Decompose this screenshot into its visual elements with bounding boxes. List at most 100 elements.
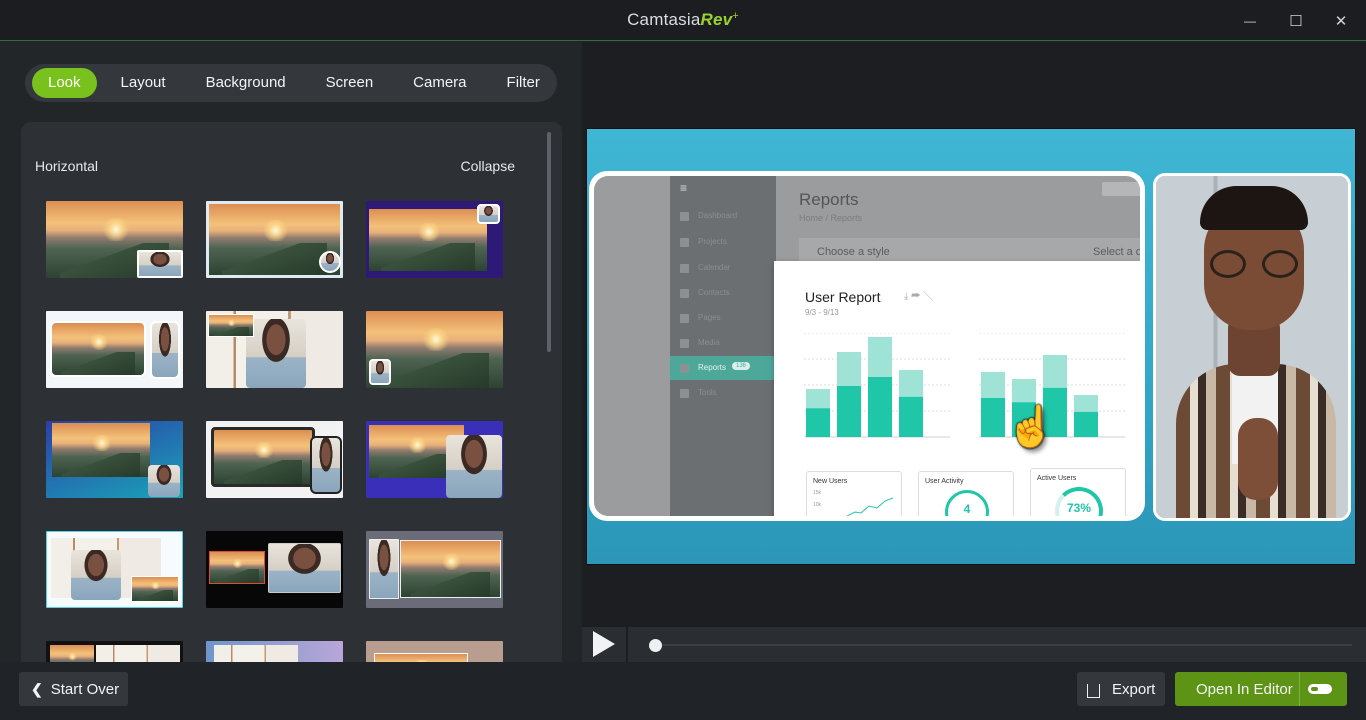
chart-bar [981, 398, 1005, 437]
toggle-icon[interactable] [1308, 684, 1332, 694]
tab-bar: Look Layout Background Screen Camera Fil… [25, 64, 557, 102]
maximize-button[interactable]: ☐ [1284, 9, 1308, 33]
mini-axis-label: 10k [813, 502, 822, 508]
look-gallery: Horizontal Collapse [21, 122, 562, 662]
chart-bar [837, 386, 861, 437]
app-sidebar-icon [680, 212, 689, 221]
divider [626, 627, 628, 662]
camera-overlay [477, 204, 500, 224]
play-icon[interactable] [593, 631, 615, 657]
look-thumbnail-5[interactable] [206, 311, 343, 388]
chart-bar-top [899, 370, 923, 397]
app-sidebar-label: Contacts [698, 288, 730, 297]
mini-card-title: User Activity [925, 478, 964, 485]
hair [1200, 186, 1308, 230]
hands [1238, 418, 1278, 500]
chart-bar-top [1043, 355, 1067, 388]
close-button[interactable]: ✕ [1329, 9, 1353, 33]
camera-overlay [446, 435, 502, 498]
look-thumbnail-10[interactable] [46, 531, 183, 608]
mini-card-active-users: Active Users 73% [1030, 468, 1126, 516]
tab-layout[interactable]: Layout [105, 68, 182, 98]
playback-bar [582, 627, 1366, 662]
landscape-image [211, 427, 315, 487]
minimize-icon: — [1244, 14, 1256, 28]
preview-canvas: ≡ Dashboard Projects Calendar Contacts Pages… [586, 128, 1356, 565]
toggle-knob [1311, 687, 1318, 691]
chevron-left-icon: ❮ [31, 680, 43, 697]
report-dates: 9/3 - 9/13 [805, 308, 839, 317]
app-title: CamtasiaRev+ [0, 10, 1366, 30]
chart-bar-top [1012, 379, 1036, 403]
chart-bar [806, 408, 830, 437]
camera-overlay [150, 321, 180, 379]
camera-overlay [137, 250, 183, 278]
camera-overlay [369, 359, 391, 385]
button-divider [1299, 672, 1300, 706]
header-button [1102, 182, 1140, 196]
collapse-button[interactable]: Collapse [461, 158, 515, 174]
look-thumbnail-2[interactable] [206, 201, 343, 278]
app-sidebar-label: Dashboard [698, 211, 738, 220]
tab-background[interactable]: Background [190, 68, 302, 98]
app-breadcrumb: Home / Reports [799, 213, 863, 223]
tab-camera[interactable]: Camera [397, 68, 482, 98]
look-thumbnail-1[interactable] [46, 201, 183, 278]
look-thumbnail-12[interactable] [366, 531, 503, 608]
hand-cursor-icon: ☝ [1006, 405, 1056, 449]
gallery-scrollbar[interactable] [547, 132, 551, 352]
landscape-image [374, 653, 468, 662]
app-sidebar-icon [680, 389, 689, 398]
landscape-image [50, 321, 146, 377]
mini-card-new-users: New Users 15k 10k [806, 471, 902, 516]
export-icon [1087, 684, 1100, 698]
look-thumbnail-15[interactable] [366, 641, 503, 662]
app-sidebar-label: Pages [698, 313, 721, 322]
camera-overlay [310, 436, 342, 494]
look-thumbnail-13[interactable] [46, 641, 183, 662]
tab-look[interactable]: Look [32, 68, 97, 98]
gallery-header: Horizontal Collapse [35, 158, 515, 174]
choose-style-label: Choose a style [817, 246, 890, 258]
minimize-button[interactable]: — [1238, 9, 1262, 33]
chart-bar [899, 396, 923, 437]
look-thumbnail-4[interactable] [46, 311, 183, 388]
chart-bar [1074, 411, 1098, 437]
maximize-icon: ☐ [1289, 13, 1303, 30]
app-sidebar-item: Media [670, 331, 776, 355]
camera-full [246, 319, 306, 388]
screen-recording-card: ≡ Dashboard Projects Calendar Contacts Pages… [589, 171, 1145, 521]
look-thumbnail-9[interactable] [366, 421, 503, 498]
left-panel: Look Layout Background Screen Camera Fil… [0, 42, 582, 662]
app-sidebar-label: Projects [698, 237, 727, 246]
start-over-button[interactable]: ❮ Start Over [19, 672, 128, 706]
app-title-rev: Rev [700, 10, 733, 29]
open-in-editor-button[interactable]: Open In Editor [1175, 672, 1347, 706]
bookshelf-background [214, 645, 298, 662]
export-button[interactable]: Export [1077, 672, 1165, 706]
app-title-main: Camtasia [627, 10, 701, 29]
chart-bar-top [806, 389, 830, 409]
timeline-track[interactable] [652, 644, 1352, 646]
tab-screen[interactable]: Screen [310, 68, 390, 98]
app-sidebar-icon [680, 314, 689, 323]
look-thumbnail-8[interactable] [206, 421, 343, 498]
look-thumbnail-14[interactable] [206, 641, 343, 662]
landscape-image [131, 576, 179, 602]
look-thumbnail-11[interactable] [206, 531, 343, 608]
look-thumbnail-7[interactable] [46, 421, 183, 498]
tab-filter[interactable]: Filter [491, 68, 556, 98]
close-icon: ✕ [1334, 13, 1348, 30]
preview-area: ≡ Dashboard Projects Calendar Contacts Pages… [582, 42, 1366, 662]
mini-card-value: 4 [963, 502, 971, 516]
chart-bar [868, 377, 892, 437]
app-sidebar-item: Contacts [670, 281, 776, 305]
camera-overlay [268, 543, 341, 593]
bookshelf-background [96, 645, 180, 662]
landscape-image [52, 423, 150, 477]
app-title-plus: + [732, 10, 739, 22]
look-thumbnail-3[interactable] [366, 201, 503, 278]
section-label: Horizontal [35, 158, 99, 174]
timeline-scrubber[interactable] [649, 639, 662, 652]
look-thumbnail-6[interactable] [366, 311, 503, 388]
